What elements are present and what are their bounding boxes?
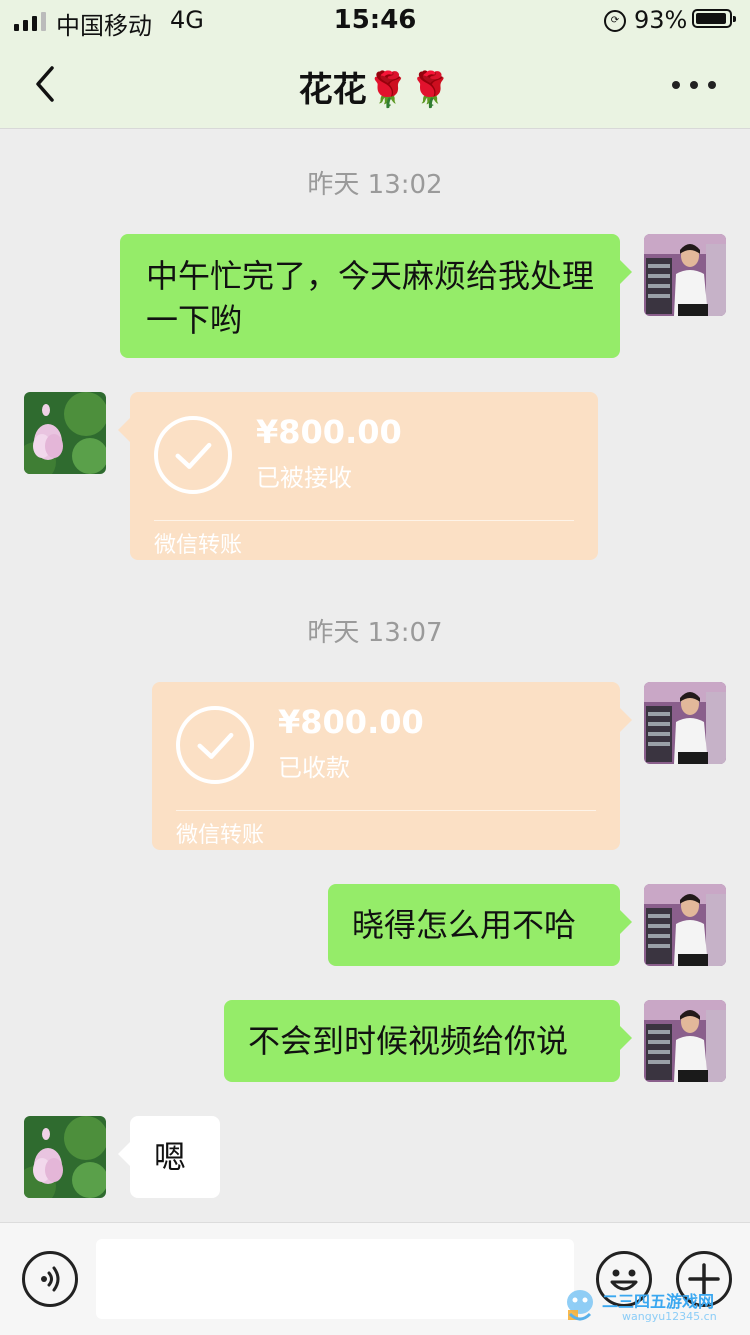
transfer-amount: ¥800.00 xyxy=(256,413,402,451)
check-circle-icon xyxy=(154,416,232,494)
message-bubble[interactable]: 嗯 xyxy=(118,1116,220,1198)
divider xyxy=(176,810,596,811)
status-bar: 中国移动 4G 15:46 ⟳ 93% xyxy=(0,0,750,42)
transfer-card[interactable]: ¥800.00 已收款 微信转账 xyxy=(152,682,632,850)
rotation-lock-icon: ⟳ xyxy=(604,10,626,32)
message-bubble[interactable]: 不会到时候视频给你说 xyxy=(224,1000,632,1082)
my-avatar[interactable] xyxy=(644,682,726,764)
message-text: 中午忙完了，今天麻烦给我处理一下哟 xyxy=(146,257,595,339)
chat-header: 花花🌹🌹 xyxy=(0,42,750,129)
my-avatar[interactable] xyxy=(644,884,726,966)
message-timestamp: 昨天 13:02 xyxy=(307,170,443,200)
divider xyxy=(154,520,574,521)
watermark: 二三四五游戏网 wangyu12345.cn xyxy=(560,1284,740,1328)
watermark-subtext: wangyu12345.cn xyxy=(622,1310,717,1323)
contact-avatar[interactable] xyxy=(24,392,106,474)
chat-title: 花花🌹🌹 xyxy=(298,70,452,110)
transfer-amount: ¥800.00 xyxy=(278,703,424,741)
message-bubble[interactable]: 中午忙完了，今天麻烦给我处理一下哟 xyxy=(120,234,632,358)
watermark-text: 二三四五游戏网 xyxy=(602,1292,715,1311)
transfer-status: 已收款 xyxy=(278,754,350,782)
my-avatar[interactable] xyxy=(644,1000,726,1082)
transfer-label: 微信转账 xyxy=(154,533,243,558)
contact-avatar[interactable] xyxy=(24,1116,106,1198)
message-text: 不会到时候视频给你说 xyxy=(248,1022,569,1060)
more-horizontal-icon[interactable] xyxy=(672,78,716,92)
transfer-status: 已被接收 xyxy=(256,464,352,492)
battery-icon xyxy=(692,9,736,28)
mascot-icon xyxy=(567,1290,593,1321)
message-text: 晓得怎么用不哈 xyxy=(352,906,577,944)
transfer-label: 微信转账 xyxy=(176,823,265,848)
battery-percent: 93% xyxy=(634,6,688,34)
message-timestamp: 昨天 13:07 xyxy=(307,618,443,648)
message-input[interactable] xyxy=(96,1239,574,1319)
check-circle-icon xyxy=(176,706,254,784)
transfer-card[interactable]: ¥800.00 已被接收 微信转账 xyxy=(118,392,598,560)
message-bubble[interactable]: 晓得怎么用不哈 xyxy=(328,884,632,966)
message-text: 嗯 xyxy=(154,1138,187,1176)
my-avatar[interactable] xyxy=(644,234,726,316)
voice-icon[interactable] xyxy=(22,1251,78,1307)
